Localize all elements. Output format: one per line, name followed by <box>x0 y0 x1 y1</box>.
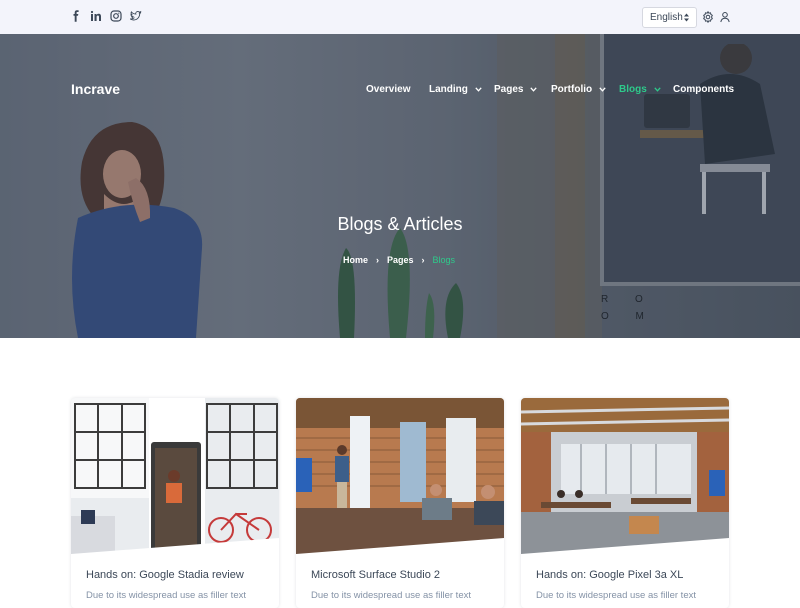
nav-item-landing[interactable]: Landing <box>429 84 482 95</box>
nav-item-pages[interactable]: Pages <box>494 84 537 95</box>
instagram-icon[interactable] <box>110 10 122 22</box>
main-navigation: Overview Landing Pages Portfolio Blogs C… <box>0 84 800 98</box>
linkedin-icon[interactable] <box>90 10 102 22</box>
select-caret-icon <box>684 13 689 22</box>
blog-card-title[interactable]: Microsoft Surface Studio 2 <box>311 569 440 581</box>
chevron-down-icon <box>474 87 482 92</box>
hero-overlay <box>0 34 800 338</box>
language-value: English <box>650 12 683 23</box>
blog-card[interactable]: Hands on: Google Pixel 3a XL Due to its … <box>521 398 729 608</box>
blog-card[interactable]: Microsoft Surface Studio 2 Due to its wi… <box>296 398 504 608</box>
breadcrumb-home[interactable]: Home <box>343 255 368 265</box>
blog-card[interactable]: Hands on: Google Stadia review Due to it… <box>71 398 279 608</box>
nav-item-label: Landing <box>429 84 468 95</box>
nav-item-portfolio[interactable]: Portfolio <box>551 84 606 95</box>
breadcrumb-current: Blogs <box>432 255 456 265</box>
blog-card-title[interactable]: Hands on: Google Pixel 3a XL <box>536 569 683 581</box>
breadcrumb-pages[interactable]: Pages <box>387 255 414 265</box>
room-sign: R O O M <box>601 294 656 322</box>
blog-card-title[interactable]: Hands on: Google Stadia review <box>86 569 244 581</box>
blog-card-image[interactable] <box>521 398 729 554</box>
blog-card-excerpt: Due to its widespread use as filler text <box>311 590 471 601</box>
nav-item-label: Components <box>673 84 735 95</box>
blog-card-excerpt: Due to its widespread use as filler text <box>536 590 696 601</box>
nav-item-label: Overview <box>366 84 411 95</box>
chevron-down-icon <box>599 87 606 92</box>
nav-item-label: Portfolio <box>551 84 593 95</box>
gear-icon[interactable] <box>702 11 714 23</box>
blog-card-image[interactable] <box>71 398 279 554</box>
nav-item-components[interactable]: Components <box>673 84 734 95</box>
facebook-icon[interactable] <box>70 10 82 22</box>
chevron-down-icon <box>530 87 537 92</box>
nav-item-overview[interactable]: Overview <box>366 84 410 95</box>
nav-item-blogs[interactable]: Blogs <box>619 84 661 95</box>
social-links <box>70 10 142 22</box>
user-icon[interactable] <box>719 11 731 23</box>
blog-card-image[interactable] <box>296 398 504 554</box>
chevron-down-icon <box>653 87 661 92</box>
page-hero: R O O M Incrave Overview Landing Pages P… <box>0 34 800 338</box>
breadcrumb-separator-icon: › <box>421 255 425 265</box>
nav-item-label: Blogs <box>619 84 647 95</box>
nav-item-label: Pages <box>494 84 524 95</box>
top-utility-bar: English <box>0 0 800 34</box>
page-title: Blogs & Articles <box>337 214 463 234</box>
blog-card-excerpt: Due to its widespread use as filler text <box>86 590 246 601</box>
twitter-icon[interactable] <box>130 10 142 22</box>
breadcrumb-separator-icon: › <box>376 255 380 265</box>
breadcrumb: Home › Pages › Blogs <box>343 255 455 265</box>
language-select[interactable]: English <box>642 7 697 28</box>
